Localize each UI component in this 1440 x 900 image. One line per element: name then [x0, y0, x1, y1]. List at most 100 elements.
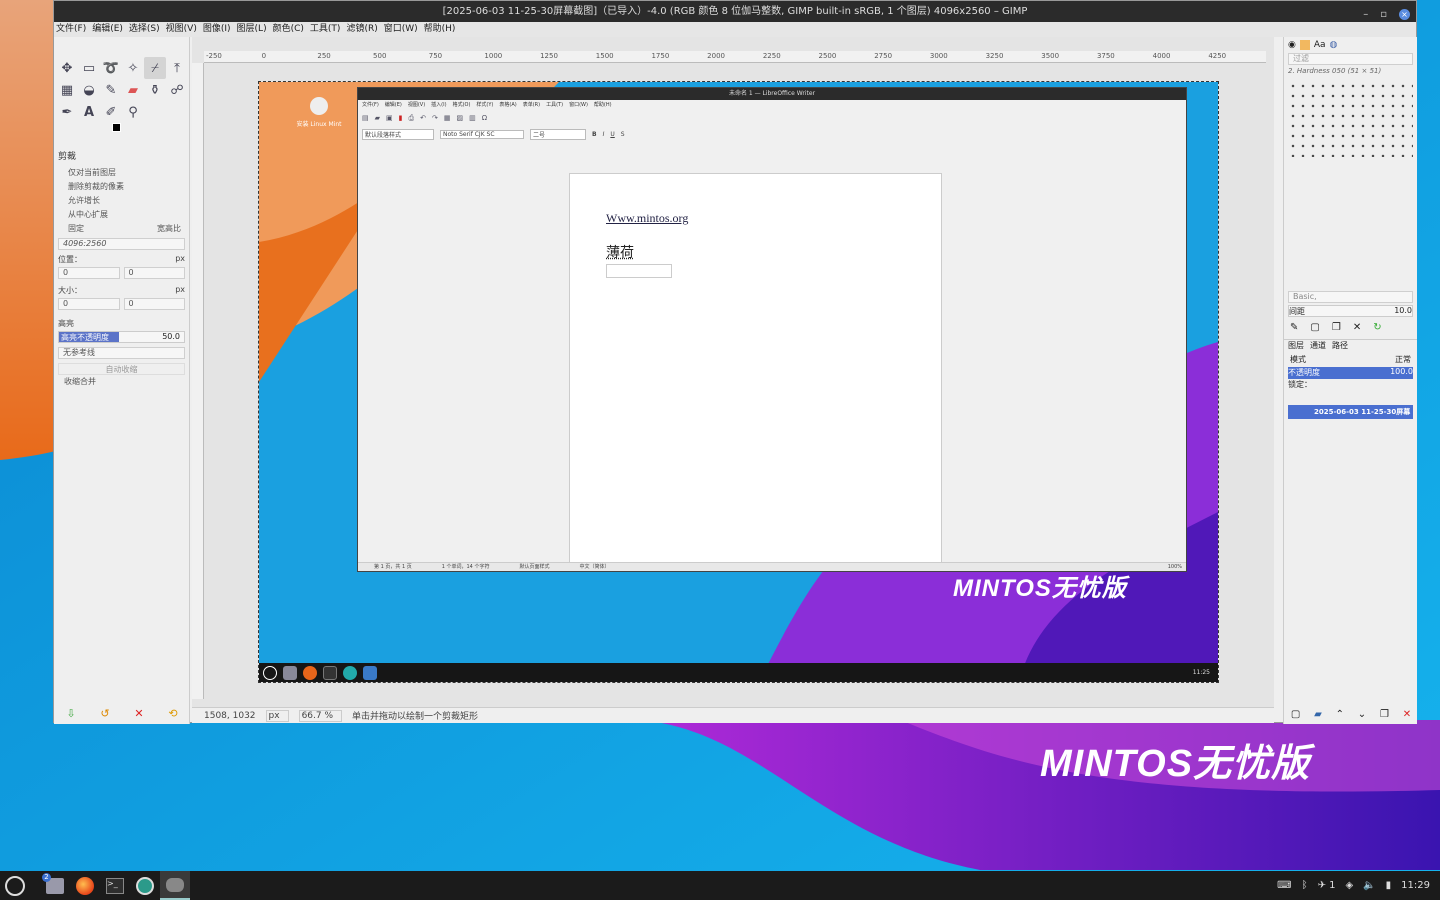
image-icon[interactable]: ▨	[456, 114, 463, 122]
layer-opacity-slider[interactable]: 不透明度 100.0	[1288, 367, 1413, 379]
clone-tool-icon[interactable]: ⚱	[144, 79, 166, 101]
warp-tool-icon[interactable]: ⤒	[166, 57, 188, 79]
firefox-launcher[interactable]	[70, 871, 100, 900]
new-doc-icon[interactable]: ▤	[362, 114, 369, 122]
menu-select[interactable]: 选择(S)	[129, 22, 160, 37]
position-y-field[interactable]: 0	[124, 267, 186, 279]
auto-shrink-button[interactable]: 自动收缩	[58, 363, 185, 375]
brush-preset-dropdown[interactable]: Basic,	[1288, 291, 1413, 303]
new-group-icon[interactable]: ▰	[1314, 709, 1322, 720]
patterns-tab-icon[interactable]	[1300, 40, 1310, 50]
font-name-box[interactable]: Noto Serif CJK SC	[440, 130, 524, 139]
paintbrush-tool-icon[interactable]: ✎	[100, 79, 122, 101]
aspect-dropdown[interactable]: 宽高比	[157, 222, 181, 236]
lower-layer-icon[interactable]: ⌄	[1358, 709, 1366, 720]
terminal-icon[interactable]	[323, 666, 337, 680]
writer-menu-item[interactable]: 窗口(W)	[569, 100, 588, 110]
opt-delete-pixels[interactable]: 删除剪裁的像素	[58, 180, 185, 194]
writer-menu-item[interactable]: 表格(A)	[499, 100, 516, 110]
writer-page[interactable]: Www.mintos.org 薄荷	[569, 173, 942, 563]
layer-row[interactable]: 2025-06-03 11-25-30屏幕	[1288, 405, 1413, 419]
writer-task-icon[interactable]	[363, 666, 377, 680]
image-canvas[interactable]: 安装 Linux Mint MINTOS无忧版 未命名 1 — LibreOff…	[259, 82, 1218, 682]
position-unit[interactable]: px	[175, 254, 185, 265]
open-icon[interactable]: ▰	[375, 114, 380, 122]
restore-options-icon[interactable]: ↺	[100, 707, 109, 720]
size-x-field[interactable]: 0	[58, 298, 120, 310]
text-tool-icon[interactable]: A	[78, 101, 100, 123]
redo-icon[interactable]: ↷	[432, 114, 438, 122]
duplicate-brush-icon[interactable]: ❐	[1332, 322, 1341, 333]
shrink-merged-checkbox[interactable]: 收缩合并	[58, 375, 185, 389]
menu-windows[interactable]: 窗口(W)	[384, 22, 418, 37]
files-icon[interactable]	[283, 666, 297, 680]
tab-paths[interactable]: 路径	[1332, 340, 1348, 353]
table-icon[interactable]: ▦	[444, 114, 451, 122]
checker-tool-icon[interactable]: ▦	[56, 79, 78, 101]
aspect-value-field[interactable]: 4096:2560	[58, 238, 185, 250]
fonts-tab-icon[interactable]: Aa	[1314, 40, 1326, 50]
update-launcher[interactable]	[130, 871, 160, 900]
lasso-tool-icon[interactable]: ➰	[100, 57, 122, 79]
ime-candidate-box[interactable]	[606, 264, 672, 278]
maximize-icon[interactable]: ▫	[1380, 4, 1387, 25]
fuzzy-select-tool-icon[interactable]: ✧	[122, 57, 144, 79]
bluetooth-icon[interactable]: ᛒ	[1302, 880, 1308, 891]
menu-file[interactable]: 文件(F)	[56, 22, 86, 37]
clock[interactable]: 11:29	[1401, 880, 1430, 891]
foreground-color-swatch[interactable]	[112, 123, 121, 132]
update-icon[interactable]	[343, 666, 357, 680]
delete-layer-icon[interactable]: ✕	[1403, 709, 1411, 720]
guides-dropdown[interactable]: 无参考线	[58, 347, 185, 359]
move-tool-icon[interactable]: ✥	[56, 57, 78, 79]
menu-edit[interactable]: 编辑(E)	[92, 22, 123, 37]
bucket-tool-icon[interactable]: ◒	[78, 79, 100, 101]
writer-menu-item[interactable]: 文件(F)	[362, 100, 379, 110]
canvas-area[interactable]: -250 0 250 500 750 1000 1250 1500 1750 2000 2250 25…	[192, 37, 1274, 707]
mint-menu-icon[interactable]	[263, 666, 277, 680]
desktop-install-icon[interactable]: 安装 Linux Mint	[289, 97, 349, 128]
raise-layer-icon[interactable]: ⌃	[1336, 709, 1344, 720]
opt-expand-center[interactable]: 从中心扩展	[58, 208, 185, 222]
brush-filter-input[interactable]: 过滤	[1288, 53, 1413, 65]
special-char-icon[interactable]: Ω	[482, 114, 487, 122]
terminal-launcher[interactable]: >_	[100, 871, 130, 900]
bold-icon[interactable]: B	[592, 131, 597, 138]
new-brush-icon[interactable]: ▢	[1310, 322, 1319, 333]
writer-menu-item[interactable]: 格式(O)	[453, 100, 471, 110]
menu-view[interactable]: 视图(V)	[166, 22, 197, 37]
new-layer-icon[interactable]: ▢	[1291, 709, 1300, 720]
writer-menu-item[interactable]: 插入(I)	[431, 100, 446, 110]
unit-dropdown[interactable]: px	[266, 710, 289, 722]
pdf-icon[interactable]: ▮	[399, 114, 403, 122]
fg-bg-colors[interactable]	[112, 123, 189, 145]
delete-options-icon[interactable]: ✕	[134, 707, 143, 720]
path-tool-icon[interactable]: ✒	[56, 101, 78, 123]
eraser-tool-icon[interactable]: ▰	[122, 79, 144, 101]
minimize-icon[interactable]: –	[1363, 4, 1368, 25]
menu-colors[interactable]: 颜色(C)	[273, 22, 304, 37]
brushes-tab-icon[interactable]: ◉	[1288, 40, 1296, 50]
tab-layers[interactable]: 图层	[1288, 340, 1304, 353]
edit-brush-icon[interactable]: ✎	[1290, 322, 1298, 333]
gradients-tab-icon[interactable]: ◍	[1330, 40, 1338, 50]
writer-menu-item[interactable]: 样式(Y)	[476, 100, 493, 110]
files-launcher[interactable]: 2	[40, 871, 70, 900]
brush-grid[interactable]	[1288, 81, 1413, 157]
duplicate-layer-icon[interactable]: ❐	[1380, 709, 1389, 720]
mode-dropdown[interactable]: 正常	[1395, 353, 1411, 367]
chart-icon[interactable]: ▥	[469, 114, 476, 122]
notification-icon[interactable]: ✈ 1	[1318, 880, 1336, 891]
delete-brush-icon[interactable]: ✕	[1353, 322, 1361, 333]
menu-help[interactable]: 帮助(H)	[424, 22, 456, 37]
writer-menu-item[interactable]: 帮助(H)	[594, 100, 612, 110]
position-x-field[interactable]: 0	[58, 267, 120, 279]
writer-menu-item[interactable]: 工具(T)	[546, 100, 563, 110]
doc-line-chinese[interactable]: 薄荷	[606, 242, 634, 262]
highlight-checkbox[interactable]: 高亮	[58, 318, 185, 329]
menu-image[interactable]: 图像(I)	[203, 22, 231, 37]
crop-tool-icon[interactable]: ⌿	[144, 57, 166, 79]
rect-select-tool-icon[interactable]: ▭	[78, 57, 100, 79]
refresh-brush-icon[interactable]: ↻	[1373, 322, 1381, 333]
writer-menu-item[interactable]: 视图(V)	[408, 100, 425, 110]
